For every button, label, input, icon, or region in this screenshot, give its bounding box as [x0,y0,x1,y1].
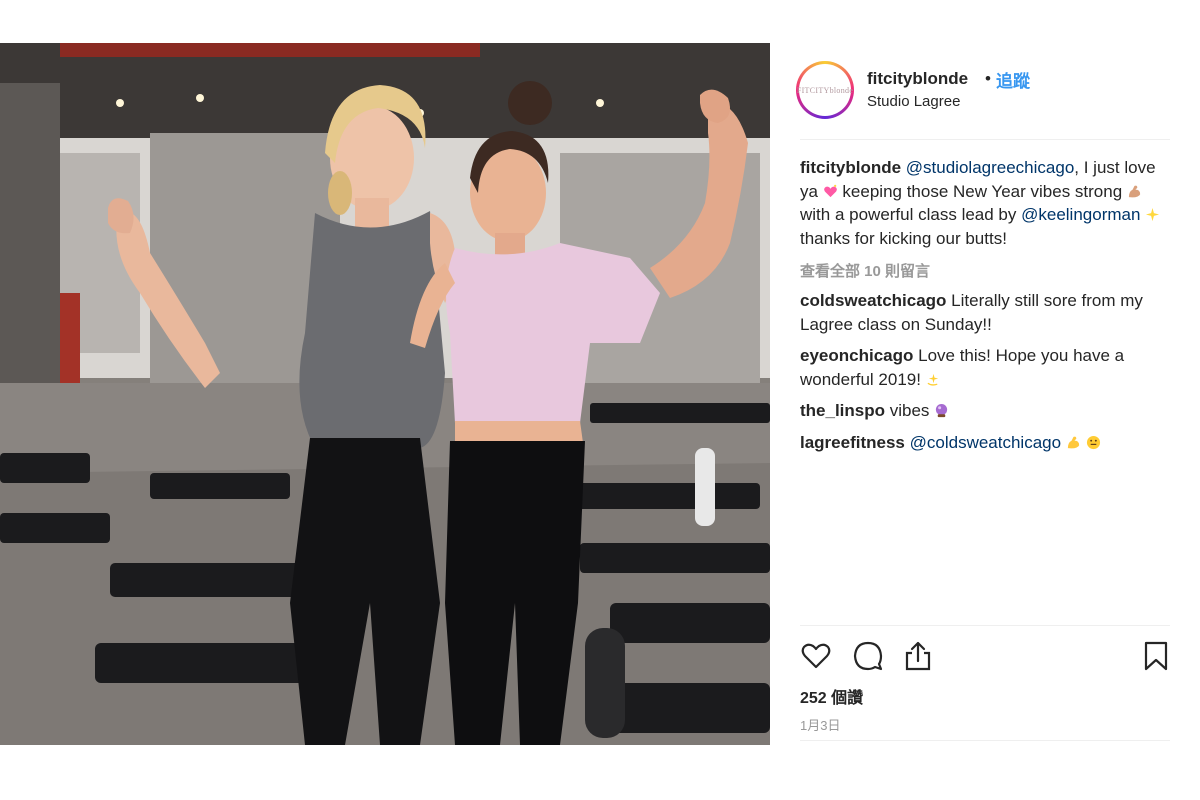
share-icon [905,641,931,671]
caption-text: thanks for kicking our butts! [800,228,1007,248]
comment-author[interactable]: eyeonchicago [800,346,913,365]
comment-author[interactable]: coldsweatchicago [800,291,946,310]
action-bar [800,640,1170,674]
post-photo[interactable] [0,43,770,745]
comment-item: lagreefitness @coldsweatchicago [800,431,1170,455]
comment-author[interactable]: lagreefitness [800,433,905,452]
username-link[interactable]: fitcityblonde [867,69,968,89]
view-all-comments-link[interactable]: 查看全部 10 則留言 [800,260,1170,281]
grinning-face-icon [1086,435,1100,449]
heart-icon [801,643,831,669]
caption-text: with a powerful class lead by [800,205,1022,224]
avatar-logo-text: FITCITYblonde [796,85,854,95]
comment-item: coldsweatchicago Literally still sore fr… [800,289,1170,336]
footer-divider [800,740,1170,741]
actions-divider [800,625,1170,626]
location-link[interactable]: Studio Lagree [867,93,960,110]
comment-item: the_linspo vibes [800,399,1170,423]
post-date[interactable]: 1月3日 [800,715,840,734]
flexed-biceps-icon [1128,185,1141,197]
post-header: FITCITYblonde fitcityblonde • 追蹤 Studio … [796,57,1170,123]
caption-mention-link[interactable]: @keelingorman [1021,205,1140,224]
post-details-panel: FITCITYblonde fitcityblonde • 追蹤 Studio … [796,43,1170,745]
flexed-biceps-icon [1067,436,1079,448]
sparkles-icon [1146,207,1160,222]
post-caption: fitcityblonde @studiolagreechicago, I ju… [800,156,1170,250]
dizzy-icon [927,373,938,386]
comment-author[interactable]: the_linspo [800,401,885,420]
sparkling-heart-icon [823,184,837,197]
caption-mention-link[interactable]: @studiolagreechicago [906,158,1074,177]
comment-item: eyeonchicago Love this! Hope you have a … [800,344,1170,391]
share-button[interactable] [902,640,936,674]
avatar[interactable]: FITCITYblonde [796,61,854,119]
comment-button[interactable] [852,640,886,674]
post-photo-image [0,43,770,745]
avatar-image: FITCITYblonde [796,64,854,116]
save-button[interactable] [1140,640,1174,674]
caption-author[interactable]: fitcityblonde [800,158,901,177]
likes-count[interactable]: 252 個讚 [800,684,863,708]
follow-button[interactable]: 追蹤 [996,67,1030,92]
comments-section: fitcityblonde @studiolagreechicago, I ju… [800,156,1170,454]
header-separator: • [985,69,991,88]
comment-icon [853,641,883,671]
like-button[interactable] [800,640,834,674]
caption-text: keeping those New Year vibes strong [837,181,1123,201]
header-divider [800,139,1170,140]
comment-mention-link[interactable]: @coldsweatchicago [910,433,1061,452]
comment-text: vibes [889,401,930,420]
crystal-ball-icon [936,403,948,418]
bookmark-icon [1144,641,1168,671]
